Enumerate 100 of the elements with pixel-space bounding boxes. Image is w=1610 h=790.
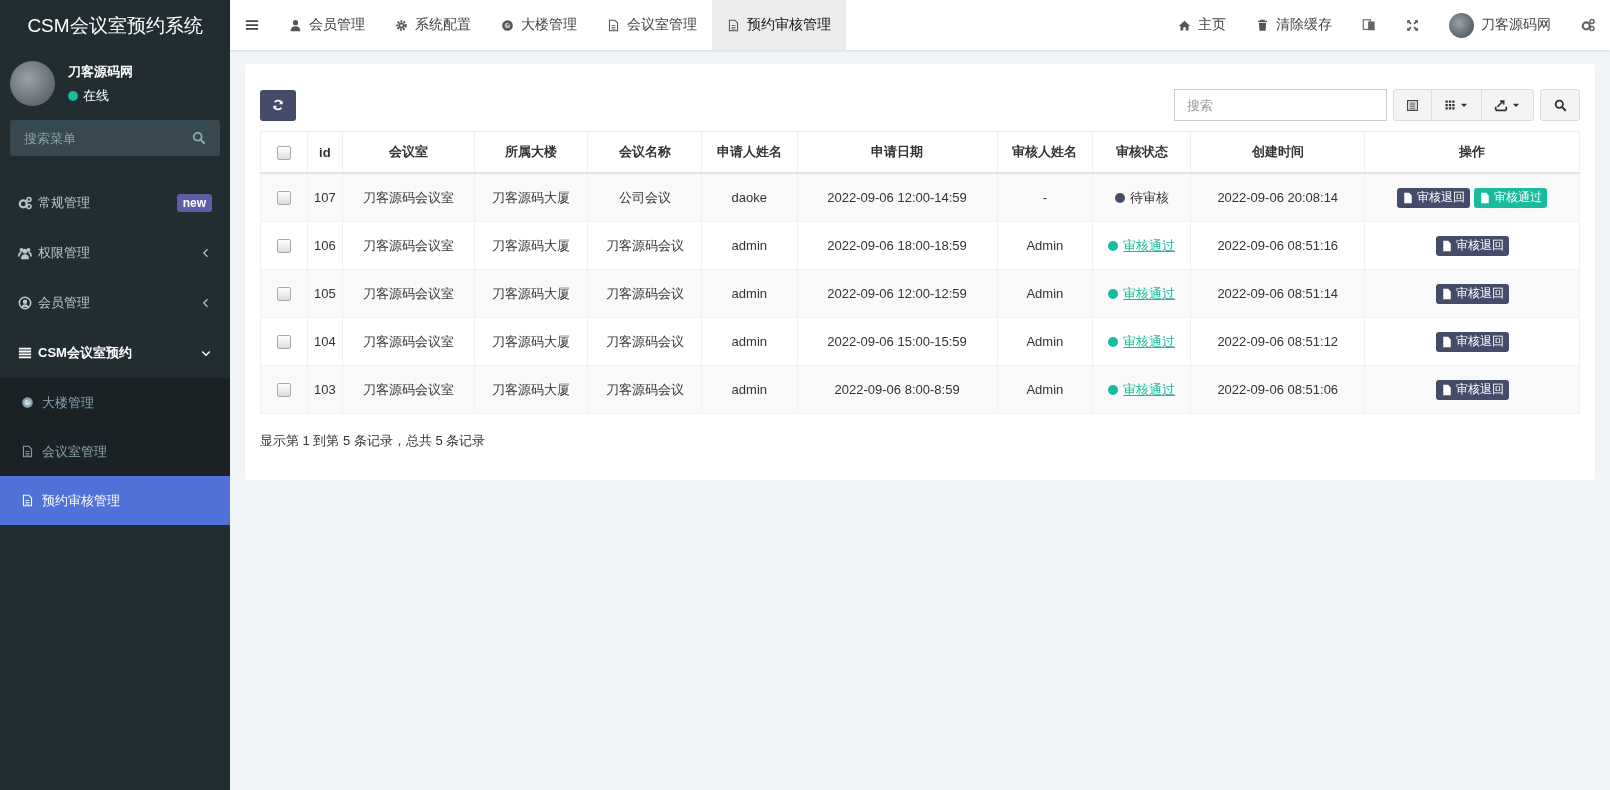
- table-cell: Admin: [1026, 238, 1064, 253]
- nav-tab[interactable]: 会议室管理: [592, 0, 712, 50]
- reject-button[interactable]: 审核退回: [1435, 331, 1509, 352]
- reject-button[interactable]: 审核退回: [1397, 187, 1471, 208]
- reject-button[interactable]: 审核退回: [1435, 379, 1509, 400]
- user-name: 刀客源码网: [68, 62, 133, 81]
- user-menu[interactable]: 刀客源码网: [1434, 0, 1566, 50]
- menu-item[interactable]: CSM会议室预约: [0, 328, 230, 378]
- column-header: 申请人姓名: [716, 144, 782, 159]
- export-button[interactable]: [1481, 89, 1534, 121]
- table-cell: 2022-09-06 12:00-12:59: [827, 286, 967, 301]
- nav-tab[interactable]: 大楼管理: [486, 0, 592, 50]
- document-icon: [21, 445, 34, 458]
- nav-tab[interactable]: 系统配置: [380, 0, 486, 50]
- table-cell: 2022-09-06 18:00-18:59: [827, 238, 967, 253]
- document-icon: [21, 494, 34, 507]
- menu-item[interactable]: 常规管理 new: [0, 178, 230, 228]
- menu-item[interactable]: 会员管理: [0, 278, 230, 328]
- table-cell: 2022-09-06 20:08:14: [1217, 190, 1339, 205]
- table-cell: admin: [731, 334, 767, 349]
- translate-icon: [1362, 18, 1376, 32]
- table-cell: 刀客源码会议: [605, 237, 684, 253]
- table-cell: 刀客源码会议室: [362, 381, 454, 397]
- dial-icon: [21, 396, 34, 409]
- status-text: 审核通过: [1123, 332, 1176, 351]
- column-header: 操作: [1459, 144, 1486, 159]
- menu-item[interactable]: 权限管理: [0, 228, 230, 278]
- column-header: 会议名称: [618, 144, 671, 159]
- table-cell: 107: [314, 190, 336, 205]
- column-header: 创建时间: [1251, 144, 1304, 159]
- home-icon: [1178, 18, 1191, 32]
- table-cell: 103: [314, 382, 336, 397]
- table-cell: admin: [731, 286, 767, 301]
- nav-link[interactable]: 清除缓存: [1241, 0, 1347, 50]
- checkbox[interactable]: [277, 383, 291, 398]
- table-cell: Admin: [1026, 382, 1064, 397]
- reject-button[interactable]: 审核退回: [1435, 283, 1509, 304]
- submenu-item[interactable]: 预约审核管理: [0, 476, 230, 525]
- gears-icon: [18, 196, 32, 210]
- columns-button[interactable]: [1431, 89, 1482, 121]
- table-cell: 刀客源码大厦: [492, 189, 570, 205]
- table-cell: Admin: [1026, 334, 1064, 349]
- table-cell: 刀客源码大厦: [492, 381, 570, 397]
- table-cell: 刀客源码会议室: [362, 285, 454, 301]
- nav-link[interactable]: 主页: [1163, 0, 1241, 50]
- column-header: 所属大楼: [505, 144, 557, 159]
- nav-tab[interactable]: 会员管理: [274, 0, 380, 50]
- table-cell: 2022-09-06 08:51:12: [1217, 334, 1339, 349]
- user-circle-icon: [18, 296, 32, 310]
- column-header: 审核人姓名: [1012, 144, 1078, 159]
- table-cell: 104: [314, 334, 336, 349]
- new-badge: new: [176, 194, 212, 212]
- table-cell: 2022-09-06 15:00-15:59: [827, 334, 967, 349]
- checkbox[interactable]: [277, 191, 291, 206]
- document-icon: [1479, 191, 1492, 204]
- search-icon: [192, 131, 206, 145]
- settings-icon: [1581, 18, 1595, 32]
- document-icon: [1402, 191, 1415, 204]
- checkbox[interactable]: [277, 145, 291, 160]
- search-icon: [1553, 98, 1567, 112]
- submenu-item[interactable]: 大楼管理: [0, 378, 230, 427]
- table-cell: 刀客源码会议室: [362, 237, 454, 253]
- menu-icon: [245, 18, 259, 32]
- table-cell: 公司会议: [618, 189, 671, 205]
- status-text: 待审核: [1129, 188, 1169, 207]
- expand-icon: [1406, 18, 1419, 32]
- user-icon: [289, 18, 302, 32]
- checkbox[interactable]: [277, 335, 291, 350]
- table-cell: admin: [731, 238, 767, 253]
- table-cell: admin: [731, 382, 767, 397]
- search-field[interactable]: 搜索: [1174, 89, 1387, 121]
- column-header: 审核状态: [1115, 144, 1168, 159]
- export-icon: [1494, 98, 1508, 112]
- submenu-item[interactable]: 会议室管理: [0, 427, 230, 476]
- nav-tab[interactable]: 预约审核管理: [712, 0, 846, 50]
- checkbox[interactable]: [277, 239, 291, 254]
- search-field[interactable]: 搜索菜单: [10, 120, 220, 156]
- gear-icon: [395, 18, 408, 32]
- refresh-icon: [272, 99, 284, 111]
- table-cell: 刀客源码会议: [605, 333, 684, 349]
- table-cell: -: [1042, 190, 1048, 205]
- search-button[interactable]: [1540, 89, 1580, 121]
- table-cell: 2022-09-06 12:00-14:59: [827, 190, 967, 205]
- table-cell: 刀客源码会议室: [362, 333, 454, 349]
- grid-icon: [1444, 99, 1456, 111]
- table-cell: 2022-09-06 08:51:06: [1217, 382, 1339, 397]
- document-icon: [607, 18, 620, 32]
- dial-icon: [501, 18, 514, 32]
- document-icon: [1440, 335, 1453, 348]
- document-icon: [1440, 239, 1453, 252]
- status-text: 审核通过: [1123, 380, 1176, 399]
- avatar: [10, 61, 55, 106]
- list-view-icon: [1406, 98, 1419, 112]
- reject-button[interactable]: 审核退回: [1435, 235, 1509, 256]
- toggle-view-button[interactable]: [1393, 89, 1432, 121]
- checkbox[interactable]: [277, 287, 291, 302]
- refresh-button[interactable]: [260, 89, 296, 121]
- list-icon: [18, 346, 32, 360]
- users-icon: [18, 246, 32, 260]
- status-text: 审核通过: [1123, 284, 1176, 303]
